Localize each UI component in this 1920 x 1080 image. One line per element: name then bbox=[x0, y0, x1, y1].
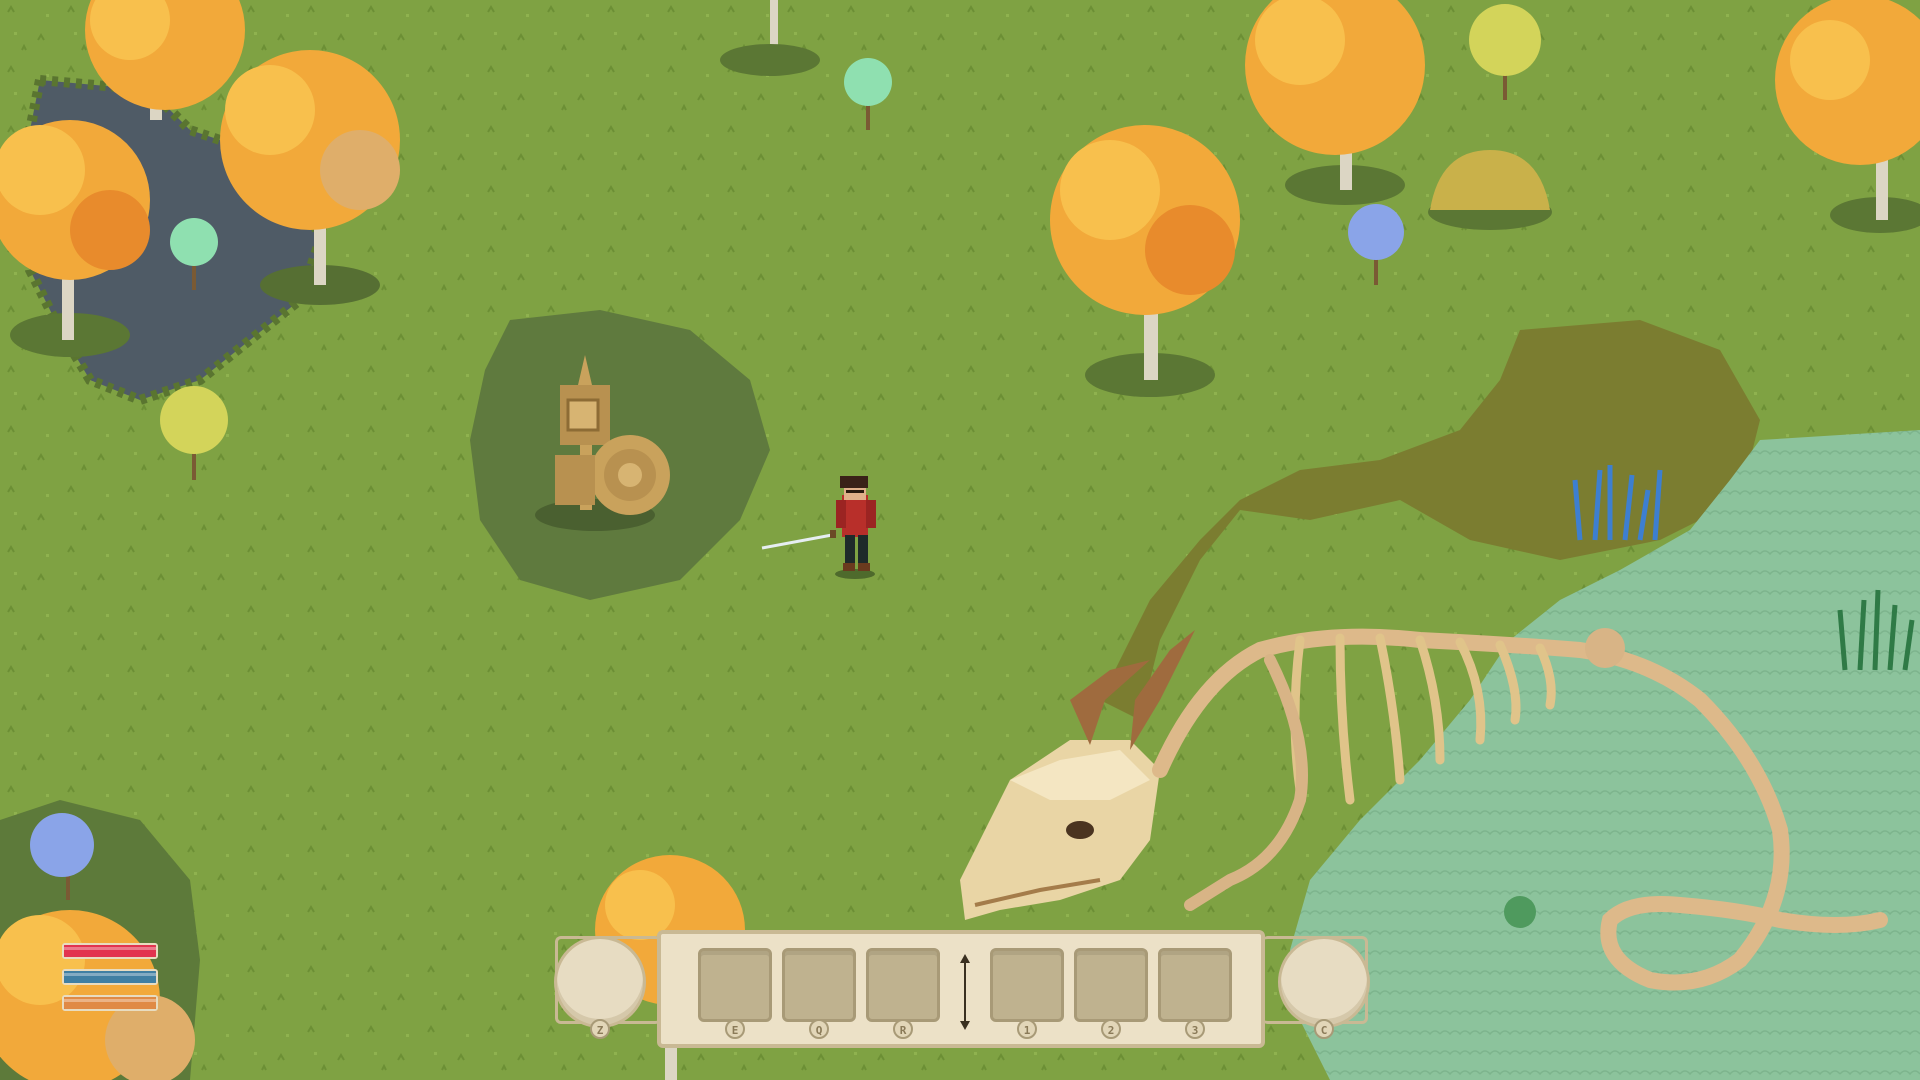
key-hint: Q bbox=[809, 1019, 829, 1039]
hotbar-slot-3[interactable]: 3 bbox=[1158, 948, 1232, 1039]
hotbar-slot-e[interactable]: E bbox=[698, 948, 772, 1039]
left-ability-slot[interactable]: Z bbox=[554, 936, 646, 1039]
swap-arrows-icon[interactable] bbox=[959, 954, 971, 1030]
key-hint: 2 bbox=[1101, 1019, 1121, 1039]
hotbar: E Q R 1 2 3 bbox=[657, 930, 1265, 1048]
lily-pad bbox=[1504, 896, 1536, 928]
health-bar bbox=[62, 943, 158, 959]
key-hint: E bbox=[725, 1019, 745, 1039]
hotbar-slot-2[interactable]: 2 bbox=[1074, 948, 1148, 1039]
hotbar-slot-r[interactable]: R bbox=[866, 948, 940, 1039]
mana-bar bbox=[62, 969, 158, 985]
key-hint: 1 bbox=[1017, 1019, 1037, 1039]
hotbar-slot-1[interactable]: 1 bbox=[990, 948, 1064, 1039]
right-ability-slot[interactable]: C bbox=[1278, 936, 1370, 1039]
stamina-bar bbox=[62, 995, 158, 1011]
key-hint-z: Z bbox=[590, 1019, 610, 1039]
key-hint: 3 bbox=[1185, 1019, 1205, 1039]
hotbar-slot-q[interactable]: Q bbox=[782, 948, 856, 1039]
key-hint: R bbox=[893, 1019, 913, 1039]
key-hint-c: C bbox=[1314, 1019, 1334, 1039]
status-bars bbox=[62, 943, 162, 1021]
game-world bbox=[0, 0, 1920, 1080]
